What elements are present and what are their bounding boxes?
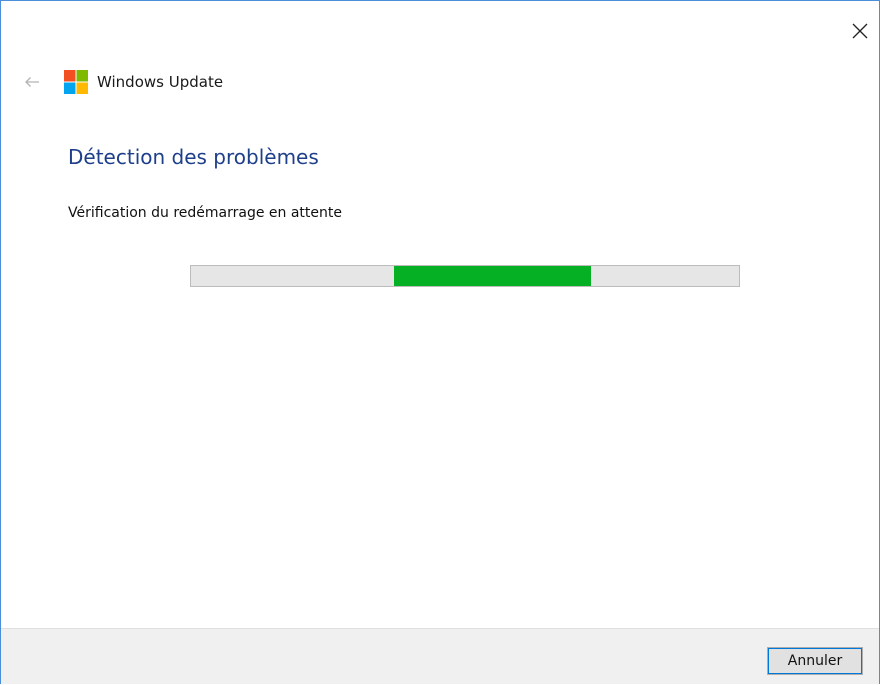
- progress-bar-fill: [393, 266, 592, 286]
- back-button[interactable]: [21, 71, 43, 93]
- footer-bar: Annuler: [1, 628, 879, 684]
- app-title: Windows Update: [97, 73, 224, 91]
- title-row: Windows Update: [21, 67, 223, 97]
- troubleshooter-window: Windows Update Détection des problèmes V…: [0, 0, 880, 684]
- close-button[interactable]: [845, 15, 875, 47]
- windows-update-logo-icon: [64, 70, 88, 94]
- back-arrow-icon: [25, 77, 39, 87]
- close-icon: [852, 23, 868, 39]
- status-text: Vérification du redémarrage en attente: [68, 205, 342, 221]
- progress-bar: [190, 265, 740, 287]
- cancel-button[interactable]: Annuler: [767, 647, 863, 675]
- page-heading: Détection des problèmes: [68, 145, 319, 169]
